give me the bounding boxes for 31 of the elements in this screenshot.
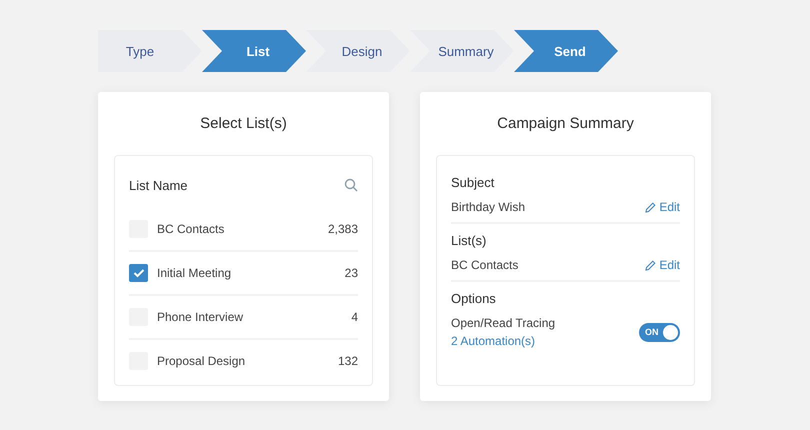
checkbox[interactable] bbox=[129, 264, 148, 282]
list-count: 4 bbox=[351, 310, 358, 324]
summary-value: BC Contacts bbox=[451, 258, 518, 272]
step-tab[interactable]: Summary bbox=[410, 30, 514, 72]
edit-link[interactable]: Edit bbox=[645, 200, 680, 214]
step-tab[interactable]: Type bbox=[98, 30, 202, 72]
pencil-icon bbox=[645, 260, 656, 270]
section-heading: Options bbox=[451, 291, 497, 306]
list-name: Phone Interview bbox=[157, 310, 244, 324]
column-header: List Name bbox=[129, 178, 188, 192]
list-name: Proposal Design bbox=[157, 354, 246, 368]
list-name: Initial Meeting bbox=[157, 266, 232, 280]
card-title: Select List(s) bbox=[199, 114, 288, 134]
list-count: 132 bbox=[338, 354, 358, 368]
pencil-icon bbox=[645, 202, 656, 212]
edit-link[interactable]: Edit bbox=[645, 258, 680, 272]
summary-value: Birthday Wish bbox=[451, 200, 526, 214]
check-icon bbox=[132, 268, 144, 278]
list-name: BC Contacts bbox=[157, 222, 226, 236]
list-count: 2,383 bbox=[328, 222, 358, 236]
section-heading: List(s) bbox=[451, 233, 488, 248]
section-heading: Subject bbox=[451, 175, 496, 190]
search-icon[interactable] bbox=[344, 178, 358, 192]
step-tab[interactable]: List bbox=[202, 30, 306, 72]
automation-link[interactable]: 2 Automation(s) bbox=[451, 334, 556, 348]
list-count: 23 bbox=[344, 266, 358, 280]
summary-value: Open/Read Tracing bbox=[451, 316, 556, 330]
step-tab[interactable]: Send bbox=[514, 30, 618, 72]
card-title: Campaign Summary bbox=[496, 114, 635, 134]
toggle-switch[interactable]: ON bbox=[639, 322, 680, 342]
step-tab[interactable]: Design bbox=[306, 30, 410, 72]
